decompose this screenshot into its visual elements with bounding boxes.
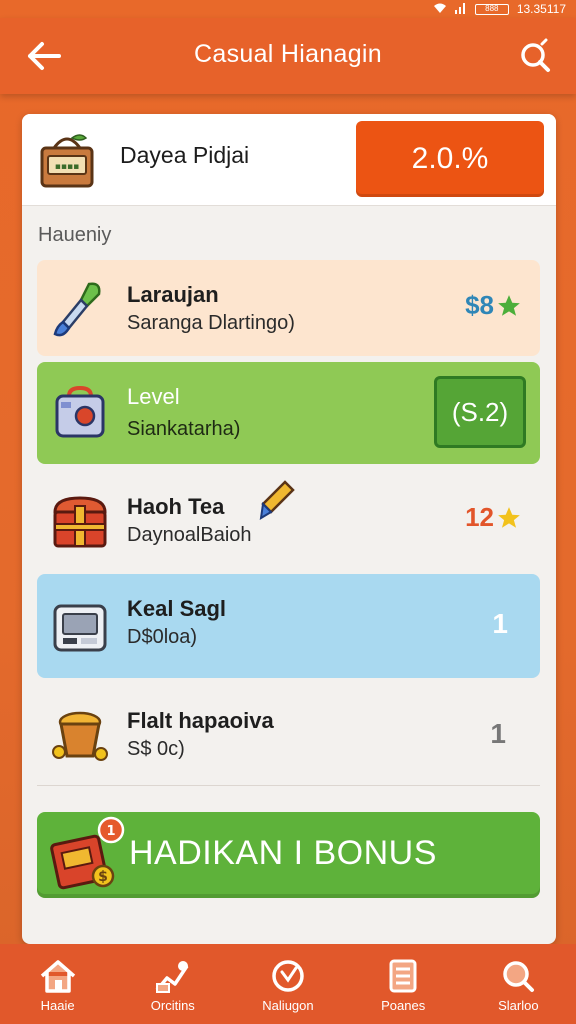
nav-poanes[interactable]: Poanes	[353, 958, 453, 1013]
coin-basket-icon	[49, 704, 111, 766]
compass-icon	[272, 960, 304, 992]
svg-text:▪▪▪▪: ▪▪▪▪	[55, 162, 79, 172]
list-item[interactable]: Flalt hapaoiva S$ 0c) 1	[37, 686, 540, 786]
search-icon	[521, 38, 550, 72]
chart-icon	[155, 961, 189, 993]
list-icon	[389, 959, 417, 993]
home-icon	[40, 960, 75, 993]
item-title: Flalt hapaoiva	[127, 708, 274, 733]
paintbrush-icon	[49, 278, 111, 340]
nav-label: Naliugon	[262, 998, 314, 1013]
bonus-button[interactable]: $ 1 HADIKAN I BONUS	[37, 812, 540, 898]
nav-label: Haaie	[40, 998, 75, 1013]
wifi-icon	[433, 2, 447, 17]
list-item[interactable]: Haoh Tea DaynoalBaioh 12	[37, 472, 540, 568]
shop-bag-icon: ▪▪▪▪	[36, 128, 98, 190]
item-subtitle: S$ 0c)	[127, 738, 185, 760]
bonus-badge: 1	[106, 824, 115, 839]
list-item[interactable]: Keal Sagl D$0loa) 1	[37, 574, 540, 678]
item-subtitle: DaynoalBaioh	[127, 524, 252, 546]
nav-label: Slarloo	[498, 998, 539, 1013]
item-title: Laraujan	[127, 282, 219, 307]
item-subtitle: Saranga Dlartingo)	[127, 312, 295, 334]
item-title: Level	[127, 384, 180, 409]
item-subtitle: D$0loa)	[127, 626, 198, 648]
profile-header: ▪▪▪▪ Dayea Pidjai 2.0.%	[22, 114, 556, 206]
level-value-button[interactable]: (S.2)	[434, 376, 526, 448]
item-title: Haoh Tea	[127, 494, 225, 519]
battery-icon: 888	[474, 3, 509, 15]
item-value: $8	[465, 290, 522, 321]
nav-label: Orcitins	[150, 998, 195, 1013]
star-icon	[498, 506, 520, 528]
nav-orcitins[interactable]: Orcitins	[123, 958, 223, 1013]
item-value-text: 12	[465, 502, 494, 532]
search-button[interactable]	[512, 36, 556, 76]
progress-badge[interactable]: 2.0.%	[356, 121, 544, 197]
nav-naliugon[interactable]: Naliugon	[238, 958, 338, 1013]
item-value-text: $8	[465, 290, 494, 320]
nav-slarloo[interactable]: Slarloo	[468, 958, 568, 1013]
search-icon	[503, 961, 535, 992]
toolbox-icon	[49, 382, 111, 444]
treasure-chest-icon	[49, 490, 111, 552]
list-item-level[interactable]: Level Siankatarha) (S.2)	[37, 362, 540, 464]
nav-label: Poanes	[381, 998, 426, 1013]
item-value: 1	[490, 718, 506, 749]
list-item[interactable]: Laraujan Saranga Dlartingo) $8	[37, 260, 540, 356]
item-value: 12	[465, 502, 522, 533]
star-icon	[498, 294, 520, 316]
item-title: Keal Sagl	[127, 596, 227, 621]
bottom-nav: Haaie Orcitins Naliugon Poanes Slarloo	[0, 944, 576, 1024]
status-time: 13.35117	[516, 2, 566, 16]
gift-money-icon: $ 1	[47, 816, 127, 896]
player-name: Dayea Pidjai	[120, 142, 250, 168]
pencil-icon	[259, 480, 295, 525]
bonus-label: HADIKAN I BONUS	[129, 834, 437, 872]
nav-home[interactable]: Haaie	[8, 958, 108, 1013]
signal-icon	[454, 2, 467, 17]
page-title: Casual Hianagin	[194, 40, 382, 68]
item-subtitle: Siankatarha)	[127, 418, 241, 440]
status-bar: 888 13.35117	[0, 0, 576, 18]
app-bar: Casual Hianagin	[0, 18, 576, 94]
section-label: Haueniy	[38, 224, 112, 246]
item-value: 1	[492, 608, 508, 639]
machine-icon	[49, 596, 111, 658]
svg-text:$: $	[98, 869, 108, 885]
main-card: ▪▪▪▪ Dayea Pidjai 2.0.% Haueniy Laraujan…	[22, 114, 556, 944]
